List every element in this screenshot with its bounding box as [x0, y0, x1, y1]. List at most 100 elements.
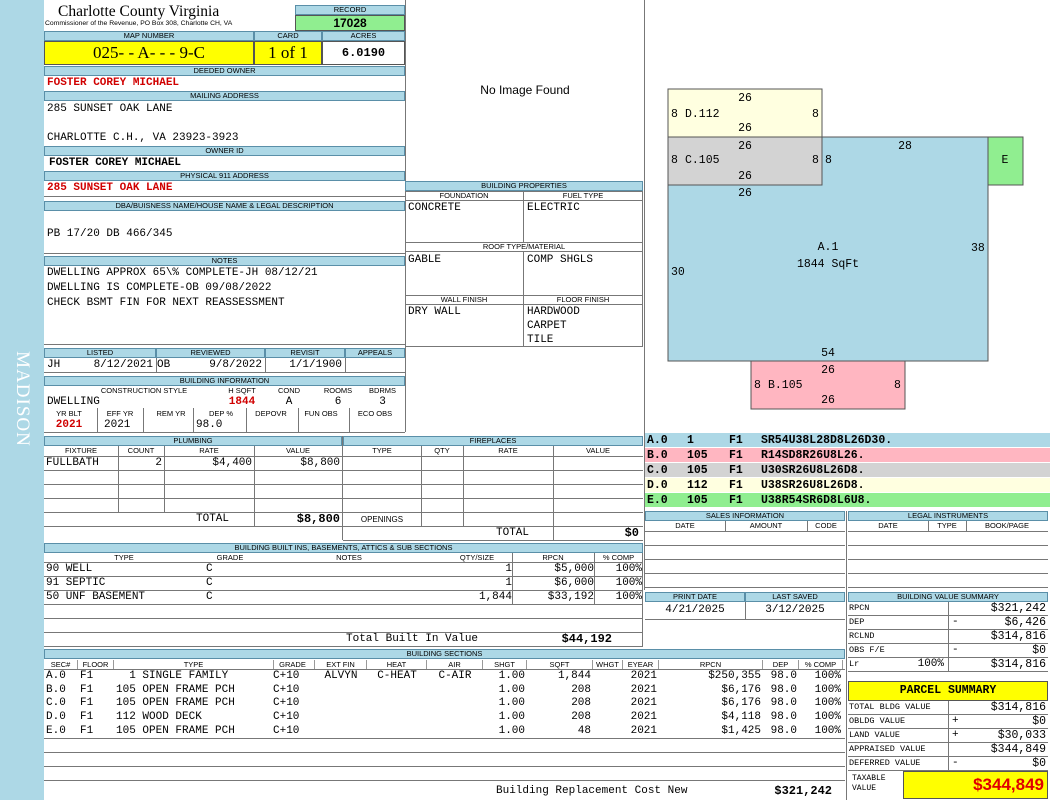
- bvs-rows: RPCN $321,242 DEP - $6,426 RCLND $314,816 OBS F…: [848, 602, 1048, 674]
- builtins-total: $44,192: [561, 632, 612, 646]
- parcel-label: DEFERRED VALUE: [849, 758, 921, 768]
- no-image-text: No Image Found: [480, 83, 570, 97]
- cond-value: A: [285, 396, 293, 408]
- listed-by: JH: [47, 359, 61, 371]
- hsqft-value: 1844: [228, 396, 256, 408]
- section-shgt: 1.00: [498, 711, 525, 724]
- building-info-header: BUILDING INFORMATION: [44, 376, 405, 386]
- builtin-grade: C: [206, 563, 213, 575]
- section-sec: B.0: [46, 683, 66, 696]
- fp-type-h: TYPE: [372, 446, 392, 455]
- section-dep: 98.0: [770, 670, 797, 682]
- last-saved: 3/12/2025: [765, 604, 825, 616]
- rooms-header: ROOMS: [323, 386, 353, 395]
- fuel-type-value: ELECTRIC: [527, 202, 580, 214]
- section-ext: ALVYN: [324, 670, 358, 682]
- ecoobs-header: ECO OBS: [357, 409, 393, 418]
- fuel-type-header: FUEL TYPE: [562, 191, 604, 200]
- legal-header: LEGAL INSTRUMENTS: [848, 511, 1048, 521]
- dep-pct: 98.0: [196, 419, 223, 431]
- section-dep: 98.0: [770, 683, 797, 696]
- reviewed-header: REVIEWED: [156, 348, 265, 358]
- b-top-dim: 26: [821, 364, 835, 377]
- sketch-code-sec: E.0: [647, 494, 668, 507]
- section-col-header: RPCN: [659, 660, 763, 669]
- section-comp: 100%: [814, 697, 841, 710]
- builtin-type: 50 UNF BASEMENT: [46, 591, 146, 603]
- last-saved-header: LAST SAVED: [745, 592, 845, 602]
- bvs-label: RCLND: [849, 631, 875, 641]
- reviewed-by: OB: [157, 359, 171, 371]
- bvs-value: $314,816: [990, 658, 1046, 671]
- sales-code-h: CODE: [815, 521, 837, 530]
- sketch-code-n: 1: [687, 434, 694, 447]
- b-right-dim: 8: [894, 379, 901, 392]
- b-left-dim: 8: [754, 379, 761, 392]
- floor-finish-2: CARPET: [527, 320, 567, 332]
- sketch-extra-26: 26: [738, 187, 752, 200]
- section-grade: C+10: [273, 683, 300, 696]
- section-rpcn: $6,176: [721, 683, 761, 696]
- section-col-header: SEC#: [44, 660, 78, 669]
- legal-date-h: DATE: [878, 521, 898, 530]
- foundation-value: CONCRETE: [408, 202, 461, 214]
- sketch-code-row: E.0 105 F1 U38R54SR6D8L6U8.: [645, 493, 1050, 508]
- a-bottom-dim: 54: [821, 347, 835, 360]
- parcel-sign: -: [952, 757, 959, 769]
- funobs-header: FUN OBS: [304, 409, 338, 418]
- section-col-header: SQFT: [527, 660, 593, 669]
- sketch-code-row: C.0 105 F1 U30SR26U8L26D8.: [645, 463, 1050, 478]
- parcel-label: LAND VALUE: [849, 730, 901, 740]
- parcel-label: OBLDG VALUE: [849, 716, 906, 726]
- owner-id: FOSTER COREY MICHAEL: [49, 157, 182, 169]
- sketch-code-f: F1: [729, 434, 743, 447]
- builtin-rpcn: $6,000: [554, 577, 594, 589]
- parcel-sign: +: [952, 729, 959, 741]
- section-sec: C.0: [46, 697, 66, 710]
- parcel-row: DEFERRED VALUE - $0: [848, 757, 1048, 771]
- sales-date-h: DATE: [675, 521, 695, 530]
- bi-notes-h: NOTES: [336, 553, 362, 562]
- taxable-value: $344,849: [903, 771, 1048, 799]
- parcel-row: APPRAISED VALUE $344,849: [848, 743, 1048, 757]
- bvs-row: Lr 100% $314,816: [848, 658, 1048, 672]
- section-shgt: 1.00: [498, 724, 525, 737]
- fp-total-label: TOTAL: [496, 527, 530, 539]
- sketch-code-n: 105: [687, 449, 708, 462]
- builtin-grade: C: [206, 591, 213, 603]
- section-eyear: 2021: [630, 711, 657, 724]
- builtin-comp: 100%: [615, 591, 642, 603]
- sketch-code-n: 112: [687, 479, 708, 492]
- fireplaces-header: FIREPLACES: [343, 436, 643, 446]
- sketch-code-code: SR54U38L28D8L26D30.: [761, 434, 893, 447]
- card-value: 1 of 1: [254, 41, 322, 65]
- map-number-value: 025- - A- - - 9-C: [44, 41, 254, 65]
- bi-type-h: TYPE: [114, 553, 134, 562]
- bvs-value: $6,426: [1004, 616, 1046, 629]
- d-left-dim: 8: [671, 108, 678, 121]
- sketch-code-code: U38SR26U8L26D8.: [761, 479, 865, 492]
- plumb-rate-h: RATE: [199, 446, 219, 455]
- parcel-row: LAND VALUE + $30,033: [848, 729, 1048, 743]
- yrblt-header: YR BLT: [56, 409, 82, 418]
- builtin-type: 91 SEPTIC: [46, 577, 106, 589]
- sketch-code-code: U30SR26U8L26D8.: [761, 464, 865, 477]
- section-rpcn: $4,118: [721, 711, 761, 724]
- parcel-value: $314,816: [990, 701, 1046, 714]
- revisit-header: REVISIT: [265, 348, 345, 358]
- b-name: B.105: [768, 379, 803, 392]
- reviewed-date: 9/8/2022: [209, 359, 262, 371]
- hsqft-header: H SQFT: [228, 386, 256, 395]
- section-comp: 100%: [814, 711, 841, 724]
- county-name: Charlotte County Virginia: [58, 3, 220, 20]
- plumb-total: $8,800: [296, 512, 340, 526]
- depovr-header: DEPOVR: [255, 409, 287, 418]
- section-sqft: 48: [577, 724, 591, 737]
- wall-finish-header: WALL FINISH: [440, 295, 488, 304]
- building-sketch: 26 8 D.112 8 26 26 8 C.105 8 8 26 26 28 …: [667, 88, 1024, 410]
- section-col-header: AIR: [427, 660, 483, 669]
- plumb-value: $8,800: [300, 457, 340, 469]
- c-name: C.105: [685, 154, 720, 167]
- section-col-header: DEP: [763, 660, 799, 669]
- sketch-code-row: D.0 112 F1 U38SR26U8L26D8.: [645, 478, 1050, 493]
